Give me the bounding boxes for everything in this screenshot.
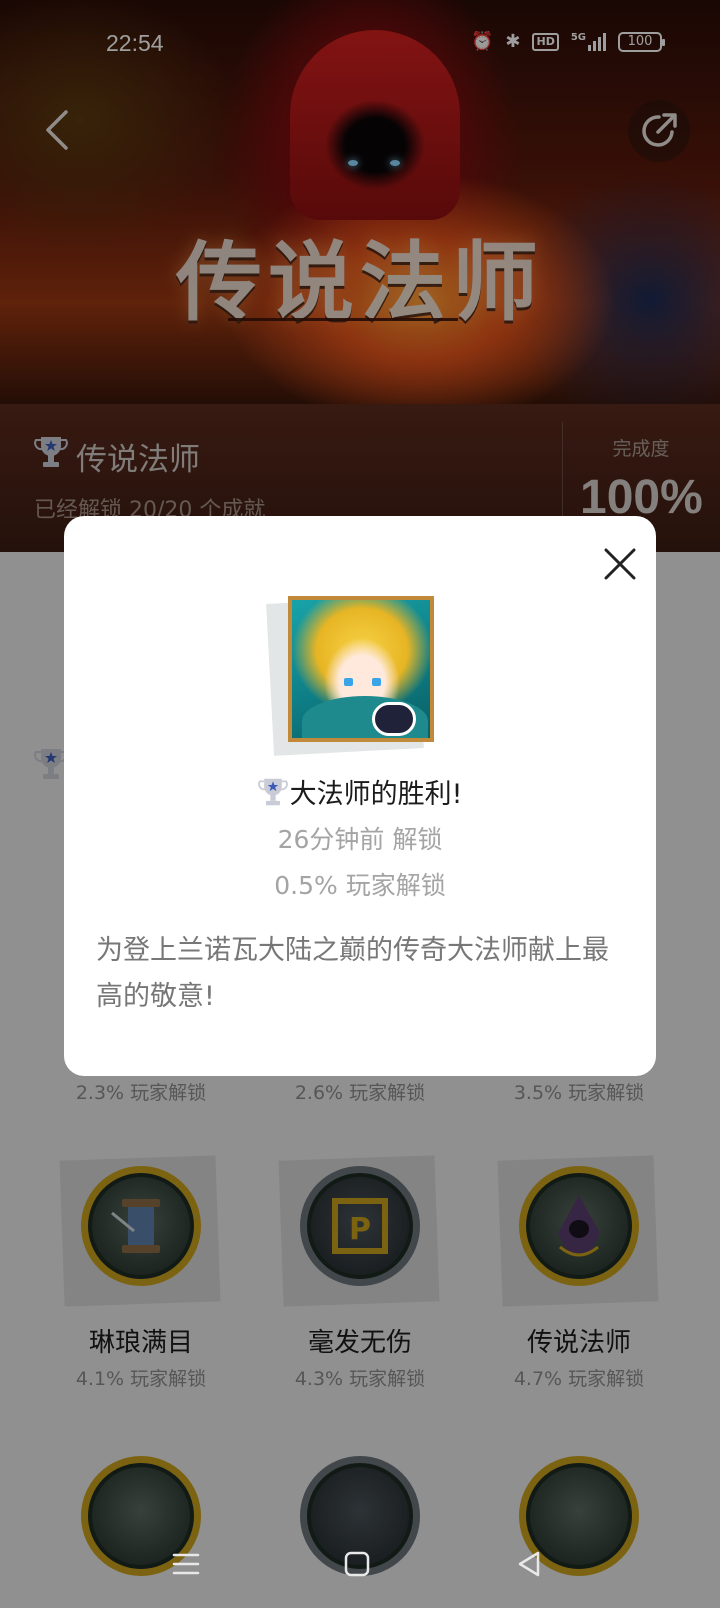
close-icon	[604, 548, 636, 580]
unlock-rate: 0.5% 玩家解锁	[274, 871, 446, 900]
controller-badge-icon	[372, 702, 416, 736]
system-back-button[interactable]	[505, 1540, 553, 1588]
back-triangle-icon	[518, 1551, 540, 1577]
achievement-description: 为登上兰诺瓦大陆之巅的传奇大法师献上最高的敬意!	[96, 935, 609, 1012]
home-icon	[344, 1551, 370, 1577]
menu-icon	[172, 1553, 200, 1575]
achievement-title: 大法师的胜利!	[64, 772, 656, 811]
system-nav-bar	[0, 1520, 720, 1608]
achievement-title-text: 大法师的胜利!	[289, 779, 463, 810]
achievement-detail-dialog: 大法师的胜利! 26分钟前 解锁 0.5% 玩家解锁 为登上兰诺瓦大陆之巅的传奇…	[64, 516, 656, 1076]
home-button[interactable]	[333, 1540, 381, 1588]
archmage-portrait-icon	[288, 596, 434, 742]
unlock-time: 26分钟前 解锁	[277, 825, 443, 854]
trophy-icon	[257, 778, 288, 806]
menu-button[interactable]	[162, 1540, 210, 1588]
close-button[interactable]	[596, 540, 644, 588]
